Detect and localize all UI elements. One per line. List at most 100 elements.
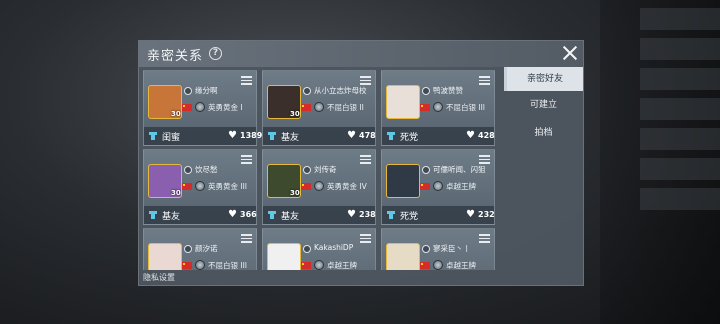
background-menu-item bbox=[640, 128, 720, 150]
player-name: 从小立志炸母校 bbox=[314, 86, 367, 95]
tab-available[interactable]: 可建立 bbox=[504, 93, 583, 117]
card-footer: 死党 ♥ 232 bbox=[382, 206, 495, 224]
background-menu-item bbox=[640, 8, 720, 30]
heart-icon: ♥ bbox=[466, 130, 475, 141]
friend-card[interactable]: 30 缘分啊 英勇黄金 I 闺蜜 ♥ 1389 bbox=[143, 70, 262, 146]
friend-card[interactable]: 30 刘传奇 英勇黄金 IV 基友 ♥ 238 bbox=[262, 149, 376, 225]
relation-icon bbox=[387, 211, 395, 219]
relation-icon bbox=[268, 132, 276, 140]
heart-icon: ♥ bbox=[347, 130, 356, 141]
panel-header: 亲密关系 ? bbox=[139, 41, 583, 67]
gender-icon bbox=[303, 245, 311, 253]
intimacy-score: 478 bbox=[359, 131, 376, 140]
avatar[interactable]: 30 bbox=[267, 164, 301, 198]
player-name: 刘传奇 bbox=[314, 165, 337, 174]
rank-label: 不屈白银 II bbox=[327, 103, 364, 112]
rank-icon bbox=[314, 260, 324, 270]
background-menu-item bbox=[640, 188, 720, 210]
avatar[interactable]: 30 bbox=[267, 85, 301, 119]
intimacy-panel: 亲密关系 ? 30 缘分啊 英勇黄金 I 闺蜜 ♥ 1389 30 从小立志炸母… bbox=[138, 40, 584, 286]
friend-card[interactable]: 30 从小立志炸母校 不屈白银 II 基友 ♥ 478 bbox=[262, 70, 376, 146]
gender-icon bbox=[422, 245, 430, 253]
rank-label: 卓越王牌 bbox=[446, 182, 476, 191]
relation-label: 基友 bbox=[281, 133, 300, 143]
friend-card[interactable]: 可儒听闻、闪狙 卓越王牌 死党 ♥ 232 bbox=[381, 149, 495, 225]
friend-card[interactable]: 寥采臣丶丨 卓越王牌 bbox=[381, 228, 495, 270]
card-menu-icon[interactable] bbox=[479, 76, 490, 85]
rank-icon bbox=[195, 181, 205, 191]
friend-card[interactable]: 30 饮尽愁 英勇黄金 III 基友 ♥ 366 bbox=[143, 149, 257, 225]
rank-label: 不屈白银 III bbox=[208, 261, 248, 270]
player-name: 饮尽愁 bbox=[195, 165, 218, 174]
relation-label: 基友 bbox=[162, 212, 181, 222]
card-menu-icon[interactable] bbox=[479, 234, 490, 243]
relation-label: 死党 bbox=[400, 133, 419, 143]
background-menu-item bbox=[640, 38, 720, 60]
gender-icon bbox=[422, 166, 430, 174]
tab-close-friends[interactable]: 亲密好友 bbox=[504, 67, 583, 91]
rank-icon bbox=[314, 181, 324, 191]
player-name: 颜汐诺 bbox=[195, 244, 218, 253]
player-name: 寥采臣丶丨 bbox=[433, 244, 471, 253]
heart-icon: ♥ bbox=[347, 209, 356, 220]
friend-grid: 30 缘分啊 英勇黄金 I 闺蜜 ♥ 1389 30 从小立志炸母校 不屈白银 … bbox=[143, 70, 501, 270]
card-menu-icon[interactable] bbox=[241, 155, 252, 164]
card-menu-icon[interactable] bbox=[479, 155, 490, 164]
background-menu-item bbox=[640, 158, 720, 180]
card-menu-icon[interactable] bbox=[360, 155, 371, 164]
level-badge: 30 bbox=[171, 189, 181, 197]
relation-tabs: 亲密好友 可建立 拍档 bbox=[504, 67, 583, 285]
rank-icon bbox=[433, 181, 443, 191]
flag-icon bbox=[420, 183, 430, 190]
card-footer: 死党 ♥ 428 bbox=[382, 127, 495, 145]
avatar[interactable] bbox=[386, 243, 420, 270]
card-footer: 基友 ♥ 238 bbox=[263, 206, 376, 224]
card-footer: 基友 ♥ 366 bbox=[144, 206, 257, 224]
friend-card[interactable]: 颜汐诺 不屈白银 III bbox=[143, 228, 257, 270]
friend-card[interactable]: KakashiDP 卓越王牌 bbox=[262, 228, 376, 270]
card-menu-icon[interactable] bbox=[241, 76, 252, 85]
gender-icon bbox=[422, 87, 430, 95]
intimacy-score: 238 bbox=[359, 210, 376, 219]
gender-icon bbox=[184, 166, 192, 174]
intimacy-score: 366 bbox=[240, 210, 257, 219]
card-footer: 闺蜜 ♥ 1389 bbox=[144, 127, 262, 145]
rank-label: 卓越王牌 bbox=[446, 261, 476, 270]
heart-icon: ♥ bbox=[466, 209, 475, 220]
avatar[interactable] bbox=[148, 243, 182, 270]
friend-card[interactable]: 鸭波赞赞 不屈白银 III 死党 ♥ 428 bbox=[381, 70, 495, 146]
relation-icon bbox=[268, 211, 276, 219]
panel-title: 亲密关系 bbox=[147, 49, 204, 64]
relation-icon bbox=[149, 132, 157, 140]
relation-icon bbox=[149, 211, 157, 219]
avatar[interactable] bbox=[267, 243, 301, 270]
flag-icon bbox=[301, 262, 311, 269]
help-icon[interactable]: ? bbox=[209, 47, 222, 60]
relation-icon bbox=[387, 132, 395, 140]
background-menu-item bbox=[640, 68, 720, 90]
avatar[interactable] bbox=[386, 164, 420, 198]
flag-icon bbox=[182, 183, 192, 190]
flag-icon bbox=[301, 183, 311, 190]
intimacy-score: 1389 bbox=[240, 131, 263, 140]
level-badge: 30 bbox=[171, 110, 181, 118]
card-menu-icon[interactable] bbox=[360, 234, 371, 243]
card-footer: 基友 ♥ 478 bbox=[263, 127, 376, 145]
tab-partner[interactable]: 拍档 bbox=[504, 121, 583, 145]
gender-icon bbox=[184, 87, 192, 95]
avatar[interactable]: 30 bbox=[148, 85, 182, 119]
avatar[interactable] bbox=[386, 85, 420, 119]
relation-label: 闺蜜 bbox=[162, 133, 181, 143]
close-icon[interactable] bbox=[559, 42, 581, 64]
player-name: 可儒听闻、闪狙 bbox=[433, 165, 486, 174]
privacy-settings-link[interactable]: 隐私设置 bbox=[143, 272, 175, 283]
level-badge: 30 bbox=[290, 110, 300, 118]
card-menu-icon[interactable] bbox=[241, 234, 252, 243]
avatar[interactable]: 30 bbox=[148, 164, 182, 198]
background-menu-item bbox=[640, 98, 720, 120]
flag-icon bbox=[420, 262, 430, 269]
flag-icon bbox=[182, 104, 192, 111]
rank-icon bbox=[195, 102, 205, 112]
card-menu-icon[interactable] bbox=[360, 76, 371, 85]
player-name: 鸭波赞赞 bbox=[433, 86, 463, 95]
